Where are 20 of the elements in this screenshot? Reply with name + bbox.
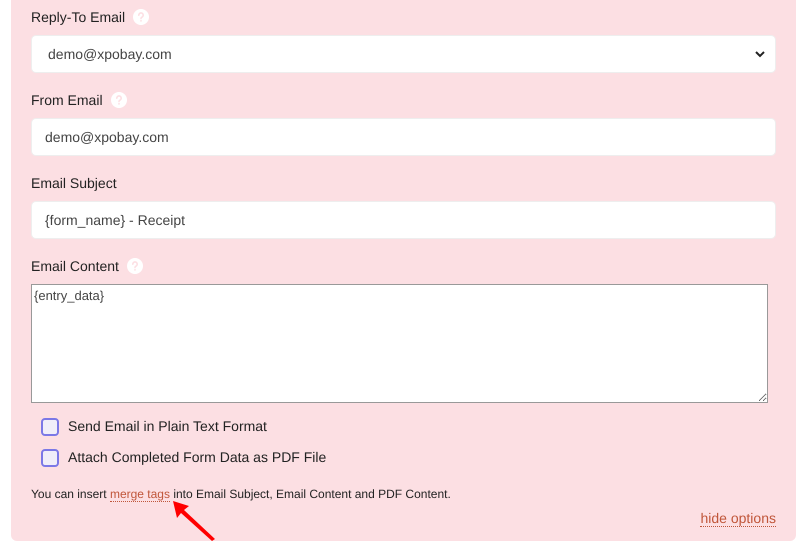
hide-options-link[interactable]: hide options: [700, 510, 776, 527]
field-label: From Email: [31, 90, 103, 110]
arrow-annotation-icon: [171, 499, 217, 541]
field-label: Email Subject: [31, 174, 117, 193]
help-icon[interactable]: [133, 9, 150, 25]
reply-to-select[interactable]: demo@xpobay.com: [31, 35, 776, 73]
text-field[interactable]: {form_name} - Receipt: [31, 201, 776, 239]
chevron-down-icon: [755, 50, 765, 58]
checkbox-label: Attach Completed Form Data as PDF File: [68, 448, 326, 467]
text-field[interactable]: demo@xpobay.com: [31, 118, 776, 156]
merge-tags-note: You can insert merge tags into Email Subject, Email Content and PDF Content.: [31, 486, 452, 503]
help-icon[interactable]: [126, 258, 143, 274]
help-icon[interactable]: [110, 92, 127, 108]
field-label: Email Content: [31, 256, 119, 276]
merge-tags-link[interactable]: merge tags: [110, 487, 170, 502]
content-textarea[interactable]: {entry_data}: [31, 284, 768, 403]
checkbox[interactable]: [41, 448, 59, 466]
checkbox[interactable]: [41, 418, 59, 436]
checkbox-label: Send Email in Plain Text Format: [68, 417, 267, 436]
field-label: Reply-To Email: [31, 8, 126, 27]
